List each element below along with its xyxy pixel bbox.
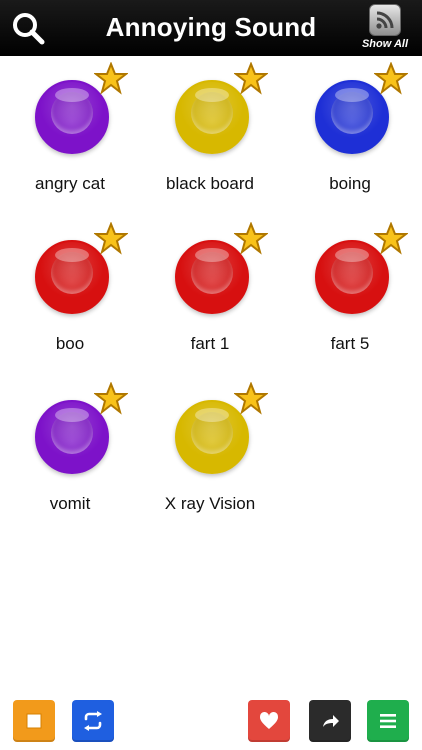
- favorite-star-icon[interactable]: [234, 222, 268, 256]
- stop-icon: [26, 713, 42, 729]
- rss-icon: [369, 4, 401, 36]
- sound-label: angry cat: [35, 174, 105, 193]
- repeat-icon: [84, 711, 102, 731]
- sound-label: boo: [55, 334, 85, 353]
- stop-button[interactable]: [13, 700, 55, 742]
- show-all-button[interactable]: Show All: [358, 4, 412, 52]
- share-icon: [323, 715, 339, 727]
- sound-label: boing: [329, 174, 371, 193]
- sound-label: vomit: [49, 494, 91, 513]
- sound-item-fart-5[interactable]: fart 5: [280, 216, 420, 376]
- sound-item-x-ray-vision[interactable]: X ray Vision: [140, 376, 280, 536]
- favorite-star-icon[interactable]: [94, 382, 128, 416]
- show-all-label: Show All: [361, 38, 409, 50]
- repeat-button[interactable]: [72, 700, 114, 742]
- top-bar: Annoying Sound Show All: [0, 0, 422, 56]
- sound-label: black board: [166, 174, 254, 193]
- favorite-star-icon[interactable]: [374, 222, 408, 256]
- sound-label: X ray Vision: [164, 494, 256, 513]
- favorite-star-icon[interactable]: [234, 382, 268, 416]
- sound-item-vomit[interactable]: vomit: [0, 376, 140, 536]
- menu-icon: [380, 714, 396, 728]
- favorite-button[interactable]: [248, 700, 290, 742]
- favorite-star-icon[interactable]: [94, 62, 128, 96]
- sound-item-boing[interactable]: boing: [280, 56, 420, 216]
- heart-icon: [259, 711, 279, 729]
- sound-label: fart 5: [330, 334, 370, 353]
- sound-item-black-board[interactable]: black board: [140, 56, 280, 216]
- sound-label: fart 1: [190, 334, 230, 353]
- favorite-star-icon[interactable]: [374, 62, 408, 96]
- share-button[interactable]: [309, 700, 351, 742]
- sound-item-boo[interactable]: boo: [0, 216, 140, 376]
- favorite-star-icon[interactable]: [234, 62, 268, 96]
- menu-button[interactable]: [367, 700, 409, 742]
- favorite-star-icon[interactable]: [94, 222, 128, 256]
- sound-item-fart-1[interactable]: fart 1: [140, 216, 280, 376]
- sound-item-angry-cat[interactable]: angry cat: [0, 56, 140, 216]
